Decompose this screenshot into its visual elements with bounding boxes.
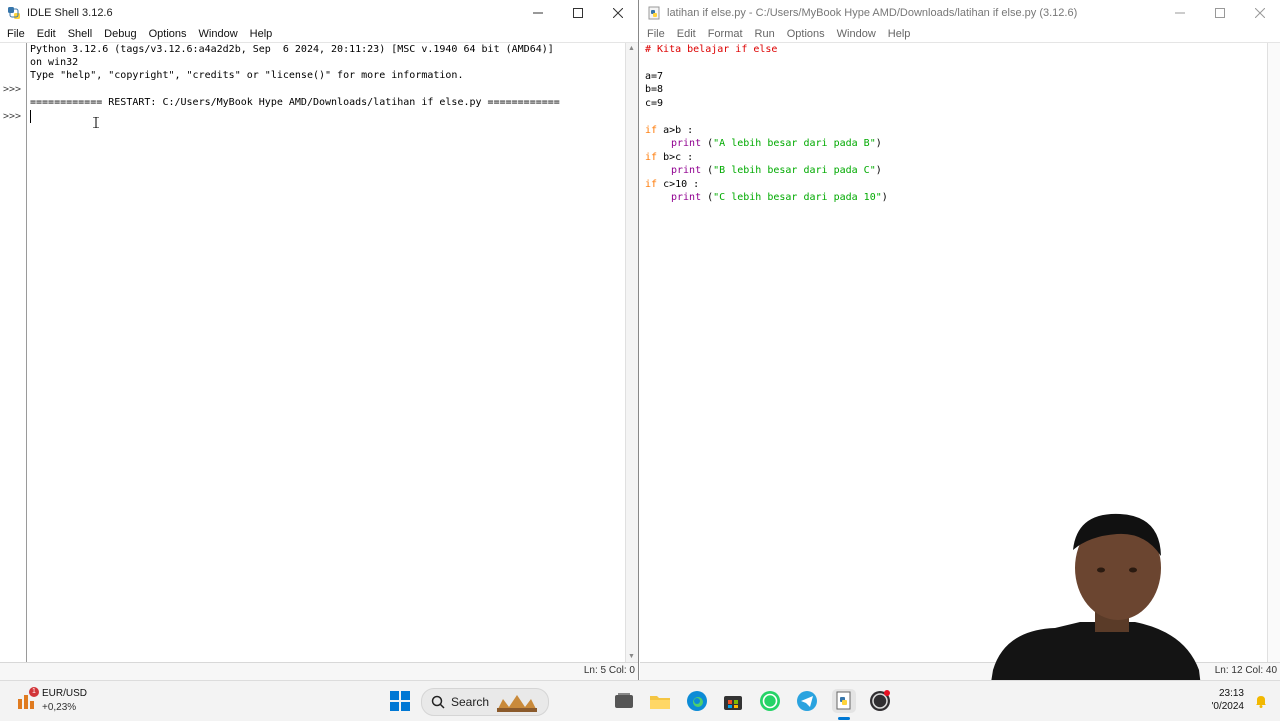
shell-prompt: >>>	[3, 111, 22, 122]
paren: (	[701, 138, 714, 149]
python-idle-icon	[7, 6, 21, 20]
microsoft-store-icon[interactable]	[721, 689, 745, 713]
taskbar-search[interactable]: Search	[421, 688, 549, 716]
keyword-if: if	[645, 125, 658, 136]
paren: )	[881, 192, 888, 203]
condition: b>c :	[657, 152, 694, 163]
code-line: print ("A lebih besar dari pada B")	[671, 137, 882, 150]
close-button[interactable]	[598, 0, 638, 25]
code-line: c=9	[645, 98, 664, 109]
menu-help[interactable]: Help	[244, 28, 279, 40]
code-line: a=7	[645, 71, 664, 82]
scroll-down-icon[interactable]: ▼	[628, 653, 635, 660]
paren: )	[875, 165, 882, 176]
paren: (	[701, 192, 714, 203]
menu-options[interactable]: Options	[143, 28, 193, 40]
obs-studio-icon[interactable]	[868, 689, 892, 713]
code-line: print ("B lebih besar dari pada C")	[671, 164, 882, 177]
whatsapp-icon[interactable]	[758, 689, 782, 713]
shell-titlebar[interactable]: IDLE Shell 3.12.6	[0, 0, 638, 25]
shell-menubar: File Edit Shell Debug Options Window Hel…	[0, 25, 638, 43]
builtin-print: print	[671, 138, 702, 149]
string-literal: "B lebih besar dari pada C"	[713, 165, 876, 176]
stock-name: EUR/USD	[42, 688, 88, 699]
builtin-print: print	[671, 192, 702, 203]
menu-options[interactable]: Options	[781, 28, 831, 40]
scroll-up-icon[interactable]: ▲	[628, 45, 635, 52]
system-clock[interactable]: 23:13 '0/2024	[1212, 687, 1245, 713]
shell-output-area[interactable]: Python 3.12.6 (tags/v3.12.6:a4a2d2b, Sep…	[30, 43, 626, 662]
condition: c>10 :	[657, 179, 700, 190]
telegram-icon[interactable]	[795, 689, 819, 713]
shell-scrollbar[interactable]: ▲ ▼	[625, 43, 638, 662]
menu-window[interactable]: Window	[193, 28, 244, 40]
shell-prompt-gutter: >>> >>>	[0, 43, 27, 662]
text-caret	[30, 110, 31, 123]
notification-bell-icon[interactable]	[1254, 694, 1268, 711]
minimize-button[interactable]	[1160, 0, 1200, 25]
condition: a>b :	[657, 125, 694, 136]
code-line: b=8	[645, 84, 664, 95]
menu-shell[interactable]: Shell	[62, 28, 98, 40]
shell-prompt: >>>	[3, 84, 22, 95]
menu-format[interactable]: Format	[702, 28, 749, 40]
stock-widget[interactable]: 1 EUR/USD +0,23%	[16, 687, 126, 715]
windows-start-icon[interactable]	[388, 689, 412, 713]
python-file-icon	[647, 6, 661, 20]
search-highlight-icon	[497, 695, 538, 712]
idle-taskbar-icon[interactable]	[832, 689, 856, 713]
shell-output-line: Python 3.12.6 (tags/v3.12.6:a4a2d2b, Sep…	[30, 44, 554, 55]
paren: )	[875, 138, 882, 149]
idle-shell-window: IDLE Shell 3.12.6 File Edit Shell Debug …	[0, 0, 639, 680]
ibeam-cursor-icon	[93, 116, 99, 129]
maximize-button[interactable]	[1200, 0, 1240, 25]
menu-help[interactable]: Help	[882, 28, 917, 40]
editor-menubar: File Edit Format Run Options Window Help	[640, 25, 1280, 43]
windows-taskbar: 1 EUR/USD +0,23% Search 23:13 '0/2024	[0, 680, 1280, 721]
clock-time: 23:13	[1218, 688, 1244, 699]
code-comment: # Kita belajar if else	[645, 44, 778, 55]
clock-date: '0/2024	[1211, 701, 1245, 712]
code-line: print ("C lebih besar dari pada 10")	[671, 191, 888, 204]
shell-output-line: on win32	[30, 57, 79, 68]
code-line: if b>c :	[645, 151, 693, 164]
string-literal: "C lebih besar dari pada 10"	[713, 192, 882, 203]
code-line: if a>b :	[645, 124, 693, 137]
menu-file[interactable]: File	[1, 28, 31, 40]
cursor-position: Ln: 5 Col: 0	[583, 665, 635, 676]
shell-title: IDLE Shell 3.12.6	[27, 6, 113, 19]
menu-run[interactable]: Run	[749, 28, 781, 40]
stock-change: +0,23%	[42, 702, 77, 713]
menu-file[interactable]: File	[641, 28, 671, 40]
maximize-button[interactable]	[558, 0, 598, 25]
task-view-icon[interactable]	[612, 689, 636, 713]
menu-edit[interactable]: Edit	[671, 28, 702, 40]
search-label: Search	[451, 695, 490, 709]
keyword-if: if	[645, 179, 658, 190]
keyword-if: if	[645, 152, 658, 163]
menu-window[interactable]: Window	[831, 28, 882, 40]
search-icon	[431, 695, 445, 709]
menu-edit[interactable]: Edit	[31, 28, 62, 40]
editor-scrollbar[interactable]	[1267, 43, 1280, 662]
notification-badge: 1	[29, 687, 39, 697]
close-button[interactable]	[1240, 0, 1280, 25]
editor-title: latihan if else.py - C:/Users/MyBook Hyp…	[667, 6, 1078, 19]
string-literal: "A lebih besar dari pada B"	[713, 138, 876, 149]
menu-debug[interactable]: Debug	[98, 28, 142, 40]
shell-output-line: Type "help", "copyright", "credits" or "…	[30, 70, 464, 81]
file-explorer-icon[interactable]	[648, 689, 672, 713]
code-line: if c>10 :	[645, 178, 699, 191]
edge-browser-icon[interactable]	[685, 689, 709, 713]
shell-restart-line: ============ RESTART: C:/Users/MyBook Hy…	[30, 97, 560, 108]
shell-statusbar: Ln: 5 Col: 0	[0, 662, 638, 680]
editor-titlebar[interactable]: latihan if else.py - C:/Users/MyBook Hyp…	[640, 0, 1280, 25]
minimize-button[interactable]	[518, 0, 558, 25]
cursor-position: Ln: 12 Col: 40	[1214, 665, 1277, 676]
builtin-print: print	[671, 165, 702, 176]
paren: (	[701, 165, 714, 176]
